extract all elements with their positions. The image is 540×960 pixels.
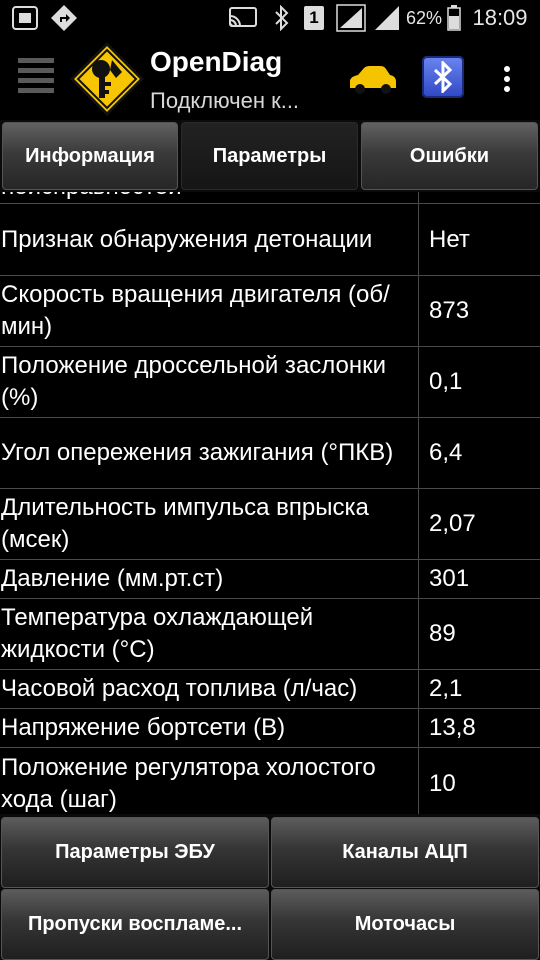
param-label: Температура охлаждающей жидкости (°С): [1, 604, 314, 663]
param-label: Признак обнаружения детонации: [1, 225, 373, 253]
battery-icon: [444, 0, 464, 36]
ecu-parameters-button[interactable]: Параметры ЭБУ: [1, 817, 269, 888]
signal-strength-icon-2: [372, 0, 402, 36]
sim-indicator: 1: [302, 0, 326, 36]
table-row: Скорость вращения двигателя (об/мин) 873: [0, 276, 540, 347]
tab-info[interactable]: Информация: [2, 122, 178, 190]
param-value: 2,1: [429, 675, 463, 702]
param-label: Положение дроссельной заслонки (%): [1, 352, 387, 411]
param-label: неисправностей: [1, 192, 423, 203]
navigation-warning-icon: [48, 0, 80, 36]
clock: 18:09: [472, 5, 528, 30]
parameters-list[interactable]: неисправностей Признак обнаружения детон…: [0, 192, 540, 814]
param-label: Угол опережения зажигания (°ПКВ): [1, 439, 394, 466]
signal-strength-icon: [334, 0, 368, 36]
param-value: 10: [429, 770, 456, 797]
param-label: Длительность импульса впрыска (мсек): [1, 494, 369, 553]
param-label: Положение регулятора холостого хода (шаг…: [1, 754, 376, 813]
table-row: Положение регулятора холостого хода (шаг…: [0, 748, 540, 814]
screenshot-icon: [8, 0, 42, 36]
bluetooth-status-icon: [268, 0, 296, 36]
action-bar: OpenDiag Подключен к...: [0, 36, 540, 120]
param-value: 89: [429, 620, 456, 647]
table-row: Длительность импульса впрыска (мсек) 2,0…: [0, 489, 540, 560]
param-label: Скорость вращения двигателя (об/мин): [1, 281, 390, 340]
bluetooth-connect-icon[interactable]: [422, 56, 464, 98]
table-row: Положение дроссельной заслонки (%) 0,1: [0, 347, 540, 418]
battery-percent: 62%: [405, 7, 443, 28]
param-value: 873: [429, 297, 470, 324]
table-row: Давление (мм.рт.ст) 301: [0, 560, 540, 599]
misfires-button[interactable]: Пропуски воспламе...: [1, 889, 269, 960]
param-label: Напряжение бортсети (В): [1, 714, 286, 741]
tab-bar: Информация Параметры Ошибки: [0, 120, 540, 192]
table-row: Угол опережения зажигания (°ПКВ) 6,4: [0, 418, 540, 489]
param-label: Часовой расход топлива (л/час): [1, 675, 358, 702]
overflow-menu-icon[interactable]: [500, 64, 514, 96]
tab-parameters[interactable]: Параметры: [181, 122, 358, 190]
menu-icon[interactable]: [18, 56, 56, 96]
engine-hours-button[interactable]: Моточасы: [271, 889, 539, 960]
param-value: 13,8: [429, 714, 476, 741]
param-value: 0,1: [429, 368, 463, 395]
table-row: Температура охлаждающей жидкости (°С) 89: [0, 599, 540, 670]
bottom-button-panel: Параметры ЭБУ Каналы АЦП Пропуски воспла…: [0, 814, 540, 960]
tab-errors[interactable]: Ошибки: [361, 122, 538, 190]
param-value: 2,07: [429, 510, 476, 537]
param-value: 6,4: [429, 439, 463, 466]
param-label: Давление (мм.рт.ст): [1, 565, 224, 592]
param-value: 301: [429, 565, 470, 592]
status-bar: 1 62% 18:09: [0, 0, 540, 36]
connection-status: Подключен к...: [150, 88, 300, 113]
table-row: неисправностей: [0, 192, 540, 204]
table-row: Часовой расход топлива (л/час) 2,1: [0, 670, 540, 709]
adc-channels-button[interactable]: Каналы АЦП: [271, 817, 539, 888]
app-title: OpenDiag: [150, 46, 283, 77]
table-row: Напряжение бортсети (В) 13,8: [0, 709, 540, 748]
car-icon[interactable]: [346, 64, 398, 94]
table-row: Признак обнаружения детонации Нет: [0, 204, 540, 276]
cast-icon: [225, 0, 261, 36]
app-logo-icon: [69, 41, 145, 117]
param-value: Нет: [429, 225, 470, 253]
